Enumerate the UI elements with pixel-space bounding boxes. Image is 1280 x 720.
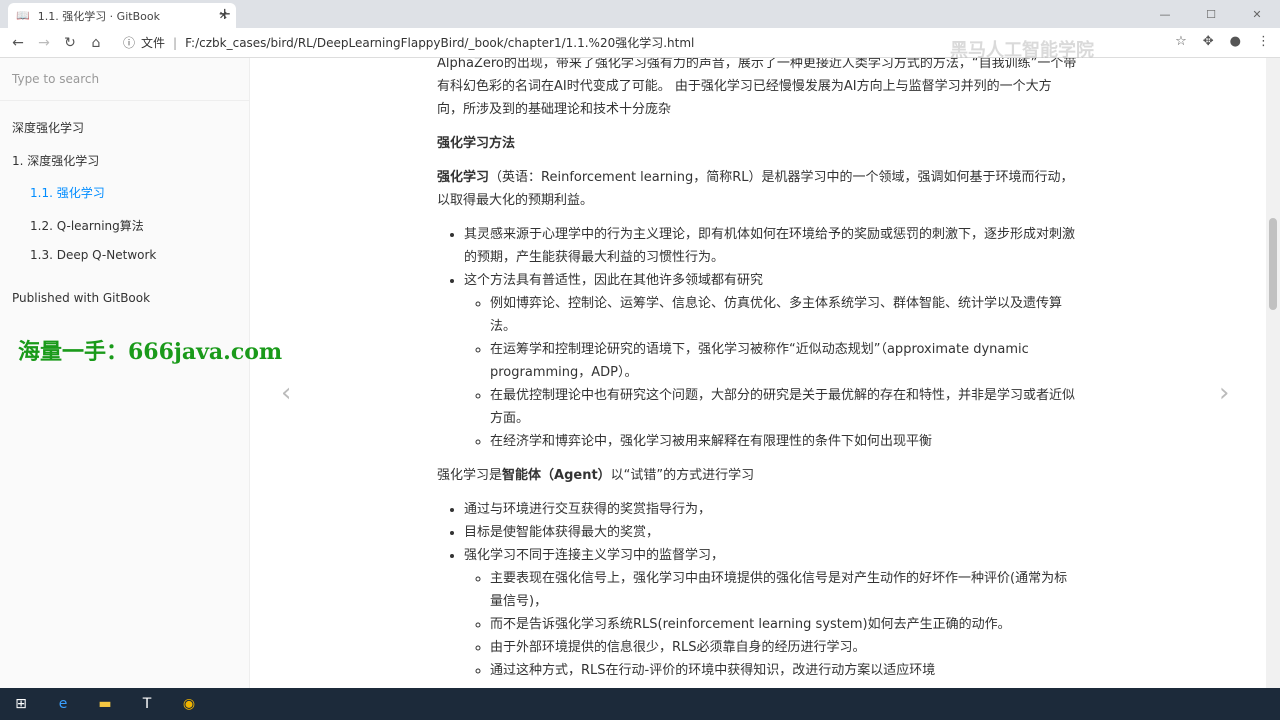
address-prefix: 文件 [141, 36, 166, 50]
list-item: 强化学习不同于连接主义学习中的监督学习， 主要表现在强化信号上，强化学习中由环境… [464, 544, 1077, 682]
prev-page-icon[interactable]: ‹ [281, 378, 291, 408]
section-heading: 强化学习方法 [437, 136, 516, 151]
book-icon: 📖 [16, 9, 30, 22]
chrome-icon[interactable]: ◉ [168, 688, 210, 720]
windows-start-icon[interactable]: ⊞ [0, 688, 42, 720]
intro-paragraph: AlphaZero的出现，带来了强化学习强有力的声音，展示了一种更接近人类学习方… [437, 58, 1077, 117]
menu-icon[interactable]: ⋮ [1257, 34, 1270, 49]
typora-icon[interactable]: T [126, 688, 168, 720]
list-item: 例如博弈论、控制论、运筹学、信息论、仿真优化、多主体系统学习、群体智能、统计学以… [490, 292, 1077, 338]
list-item: 其灵感来源于心理学中的行为主义理论，即有机体如何在环境给予的奖励或惩罚的刺激下，… [464, 223, 1077, 269]
search-input[interactable]: Type to search [0, 58, 249, 101]
list-item: 在运筹学和控制理论研究的语境下，强化学习被称作“近似动态规划”（approxim… [490, 338, 1077, 384]
list-2: 通过与环境进行交互获得的奖赏指导行为， 目标是使智能体获得最大的奖赏， 强化学习… [464, 498, 1077, 682]
sidebar-item-1-3[interactable]: 1.3. Deep Q-Network [30, 248, 156, 262]
home-icon[interactable]: ⌂ [83, 35, 109, 51]
main-content: ‹ › AlphaZero的出现，带来了强化学习强有力的声音，展示了一种更接近人… [251, 58, 1266, 688]
list-item: 目标是使智能体获得最大的奖赏， [464, 521, 1077, 544]
back-icon[interactable]: ← [5, 35, 31, 51]
file-explorer-icon[interactable]: ▬ [84, 688, 126, 720]
list-item: 而不是告诉强化学习系统RLS(reinforcement learning sy… [490, 613, 1077, 636]
sidebar: Type to search 深度强化学习 1. 深度强化学习 1.1. 强化学… [0, 58, 250, 688]
info-icon: ⓘ [123, 36, 136, 50]
profile-icon[interactable]: ● [1230, 34, 1241, 49]
tab-title: 1.1. 强化学习 · GitBook [37, 9, 160, 23]
list-item: 通过这种方式，RLS在行动-评价的环境中获得知识，改进行动方案以适应环境 [490, 659, 1077, 682]
sidebar-item-1-1[interactable]: 1.1. 强化学习 [30, 184, 105, 201]
url-text: F:/czbk_cases/bird/RL/DeepLearningFlappy… [185, 36, 695, 50]
next-page-icon[interactable]: › [1219, 378, 1229, 408]
overlay-text: 海量一手：666java.com [18, 339, 283, 365]
new-tab-button[interactable]: + [218, 4, 231, 23]
reload-icon[interactable]: ↻ [57, 35, 83, 51]
sidebar-item-header: 深度强化学习 [12, 121, 85, 135]
url-field[interactable]: ⓘ 文件 | F:/czbk_cases/bird/RL/DeepLearnin… [123, 34, 694, 51]
list-item: 由于外部环境提供的信息很少，RLS必须靠自身的经历进行学习。 [490, 636, 1077, 659]
agent-paragraph: 强化学习是智能体（Agent）以“试错”的方式进行学习 [437, 468, 755, 483]
browser-tab[interactable]: 📖 1.1. 强化学习 · GitBook ✕ [8, 3, 236, 28]
definition-paragraph: 强化学习（英语：Reinforcement learning，简称RL）是机器学… [437, 170, 1074, 208]
maximize-button[interactable]: ☐ [1188, 0, 1234, 28]
scrollbar[interactable] [1266, 58, 1280, 688]
list-item: 在最优控制理论中也有研究这个问题，大部分的研究是关于最优解的存在和特性，并非是学… [490, 384, 1077, 430]
sidebar-item-1-2[interactable]: 1.2. Q-learning算法 [30, 217, 144, 234]
taskbar: ⊞ e ▬ T ◉ [0, 688, 1280, 720]
extension-icon[interactable]: ✥ [1203, 34, 1214, 49]
list-1: 其灵感来源于心理学中的行为主义理论，即有机体如何在环境给予的奖励或惩罚的刺激下，… [464, 223, 1077, 453]
published-link[interactable]: Published with GitBook [12, 291, 150, 305]
sidebar-item-chapter1[interactable]: 1. 深度强化学习 [12, 152, 99, 169]
star-icon[interactable]: ☆ [1175, 34, 1187, 49]
tab-bar: 📖 1.1. 强化学习 · GitBook ✕ + — ☐ ✕ [0, 0, 1280, 28]
list-item: 在经济学和博弈论中，强化学习被用来解释在有限理性的条件下如何出现平衡 [490, 430, 1077, 453]
close-window-button[interactable]: ✕ [1234, 0, 1280, 28]
forward-icon[interactable]: → [31, 35, 57, 51]
list-item: 这个方法具有普适性，因此在其他许多领域都有研究 例如博弈论、控制论、运筹学、信息… [464, 269, 1077, 453]
scrollbar-thumb[interactable] [1269, 218, 1277, 310]
list-item: 通过与环境进行交互获得的奖赏指导行为， [464, 498, 1077, 521]
minimize-button[interactable]: — [1142, 0, 1188, 28]
edge-icon[interactable]: e [42, 688, 84, 720]
list-item: 主要表现在强化信号上，强化学习中由环境提供的强化信号是对产生动作的好坏作一种评价… [490, 567, 1077, 613]
